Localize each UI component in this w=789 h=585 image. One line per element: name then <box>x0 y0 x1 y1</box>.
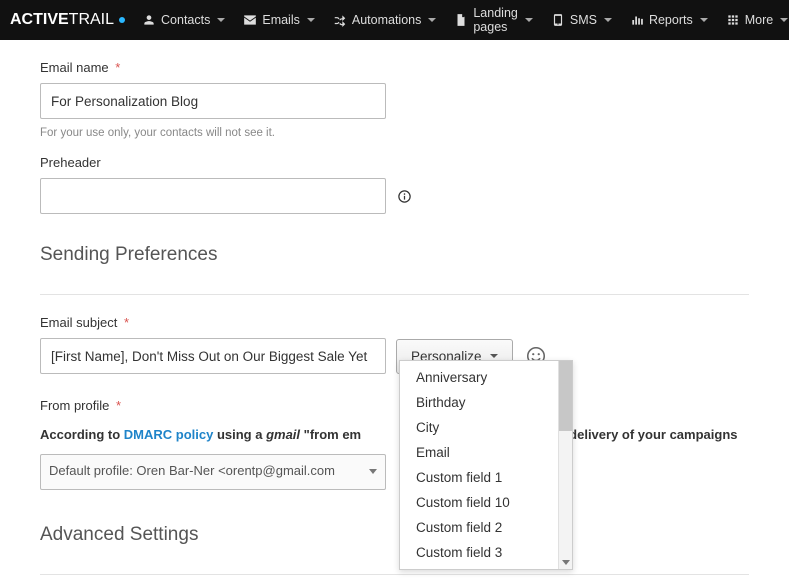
nav-landing[interactable]: Landing pages <box>447 0 540 40</box>
info-icon[interactable] <box>396 188 412 204</box>
nav-reports-label: Reports <box>649 13 693 27</box>
dmarc-policy-link[interactable]: DMARC policy <box>124 427 214 442</box>
envelope-icon <box>243 13 257 27</box>
grid-icon <box>726 13 740 27</box>
dropdown-item-city[interactable]: City <box>400 415 558 440</box>
field-from-profile: From profile * According to DMARC policy… <box>40 396 749 490</box>
top-nav: ACTIVETRAIL Contacts Emails Automations <box>0 0 789 40</box>
nav-automations[interactable]: Automations <box>326 7 443 33</box>
input-email-name[interactable] <box>40 83 386 119</box>
chevron-down-icon <box>490 354 498 358</box>
nav-reports[interactable]: Reports <box>623 7 715 33</box>
helper-email-name: For your use only, your contacts will no… <box>40 127 749 139</box>
brand-light: TRAIL <box>69 11 114 29</box>
bars-icon <box>630 13 644 27</box>
nav-emails-label: Emails <box>262 13 300 27</box>
select-from-profile[interactable]: Default profile: Oren Bar-Ner <orentp@gm… <box>40 454 386 490</box>
dropdown-scrollbar[interactable] <box>558 361 572 569</box>
label-email-subject-text: Email subject <box>40 315 117 330</box>
label-email-name: Email name * <box>40 60 749 75</box>
input-email-subject[interactable] <box>40 338 386 374</box>
dropdown-item-custom3[interactable]: Custom field 3 <box>400 540 558 565</box>
required-marker: * <box>124 315 129 330</box>
chevron-down-icon <box>307 18 315 22</box>
person-icon <box>142 13 156 27</box>
dropdown-item-email[interactable]: Email <box>400 440 558 465</box>
nav-emails[interactable]: Emails <box>236 7 322 33</box>
dmarc-suffix: he delivery of your campaigns <box>550 427 737 442</box>
select-from-profile-value: Default profile: Oren Bar-Ner <orentp@gm… <box>49 461 335 482</box>
field-email-subject: Email subject * Personalize <box>40 315 749 374</box>
field-preheader: Preheader <box>40 155 749 214</box>
nav-more-label: More <box>745 13 773 27</box>
chevron-down-icon <box>369 469 377 474</box>
chevron-down-icon <box>604 18 612 22</box>
section-advanced-settings: Advanced Settings <box>40 524 749 546</box>
phone-icon <box>551 13 565 27</box>
dmarc-mid2: "from em <box>300 427 361 442</box>
nav-contacts-label: Contacts <box>161 13 210 27</box>
divider <box>40 294 749 295</box>
nav-contacts[interactable]: Contacts <box>135 7 232 33</box>
dmarc-notice: According to DMARC policy using a gmail … <box>40 425 749 446</box>
chevron-down-icon <box>217 18 225 22</box>
dmarc-gmail: gmail <box>266 427 300 442</box>
nav-sms-label: SMS <box>570 13 597 27</box>
label-email-subject: Email subject * <box>40 315 749 330</box>
dropdown-item-custom1[interactable]: Custom field 1 <box>400 465 558 490</box>
dropdown-item-custom2[interactable]: Custom field 2 <box>400 515 558 540</box>
label-from-profile: From profile * <box>40 396 749 417</box>
brand-strong: ACTIVE <box>10 11 69 29</box>
nav-items: Contacts Emails Automations Landing page… <box>135 0 789 40</box>
brand-dot-icon <box>119 17 125 23</box>
chevron-down-icon <box>428 18 436 22</box>
dropdown-item-anniversary[interactable]: Anniversary <box>400 365 558 390</box>
section-sending-preferences: Sending Preferences <box>40 244 749 266</box>
chevron-down-icon <box>525 18 533 22</box>
dmarc-prefix: According to <box>40 427 124 442</box>
brand-logo: ACTIVETRAIL <box>10 11 125 29</box>
divider <box>40 574 749 575</box>
input-preheader[interactable] <box>40 178 386 214</box>
label-from-profile-text: From profile <box>40 398 109 413</box>
dropdown-item-custom10[interactable]: Custom field 10 <box>400 490 558 515</box>
nav-sms[interactable]: SMS <box>544 7 619 33</box>
required-marker: * <box>115 60 120 75</box>
chevron-down-icon <box>780 18 788 22</box>
chevron-down-icon <box>700 18 708 22</box>
required-marker: * <box>116 398 121 413</box>
field-email-name: Email name * For your use only, your con… <box>40 60 749 139</box>
document-icon <box>454 13 468 27</box>
scrollbar-down-arrow[interactable] <box>559 555 572 569</box>
personalize-dropdown: Anniversary Birthday City Email Custom f… <box>399 360 573 570</box>
nav-more[interactable]: More <box>719 7 789 33</box>
content-area: Email name * For your use only, your con… <box>0 40 789 585</box>
personalize-dropdown-list: Anniversary Birthday City Email Custom f… <box>400 361 558 569</box>
scrollbar-thumb[interactable] <box>559 361 572 431</box>
shuffle-icon <box>333 13 347 27</box>
nav-automations-label: Automations <box>352 13 421 27</box>
label-email-name-text: Email name <box>40 60 109 75</box>
dmarc-mid1: using a <box>213 427 266 442</box>
nav-landing-label: Landing pages <box>473 6 518 34</box>
label-preheader: Preheader <box>40 155 749 170</box>
dropdown-item-birthday[interactable]: Birthday <box>400 390 558 415</box>
